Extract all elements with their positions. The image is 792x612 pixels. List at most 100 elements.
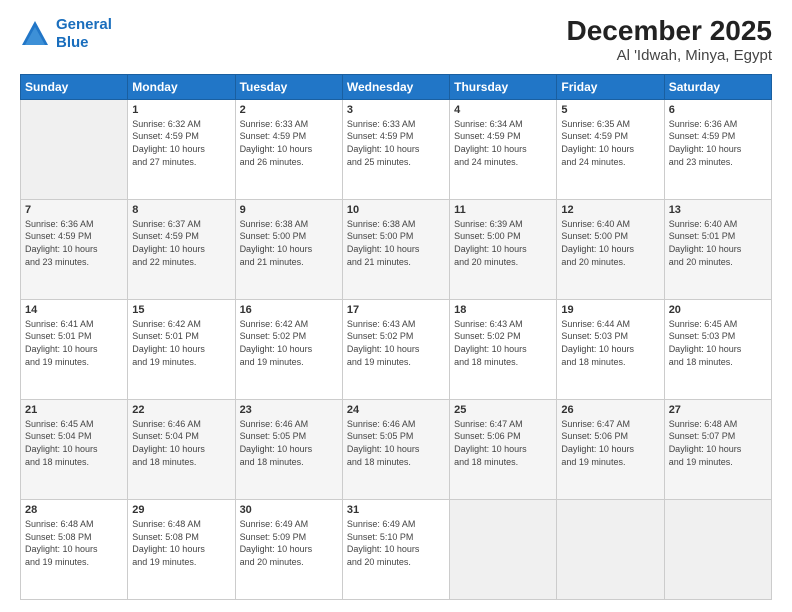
header-row: SundayMondayTuesdayWednesdayThursdayFrid… [21, 74, 772, 99]
day-info: Sunrise: 6:48 AM Sunset: 5:08 PM Dayligh… [132, 518, 230, 568]
day-cell: 7 Sunrise: 6:36 AM Sunset: 4:59 PM Daylig… [21, 199, 128, 299]
day-number: 22 [132, 404, 230, 416]
week-row-5: 28 Sunrise: 6:48 AM Sunset: 5:08 PM Dayli… [21, 499, 772, 599]
column-header-wednesday: Wednesday [342, 74, 449, 99]
day-cell: 25 Sunrise: 6:47 AM Sunset: 5:06 PM Dayli… [450, 399, 557, 499]
day-cell: 31Sunrise: 6:49 AM Sunset: 5:10 PM Dayli… [342, 499, 449, 599]
day-info: Sunrise: 6:42 AM Sunset: 5:01 PM Dayligh… [132, 318, 230, 368]
day-info: Sunrise: 6:34 AM Sunset: 4:59 PM Dayligh… [454, 118, 552, 168]
title-block: December 2025 Al 'Idwah, Minya, Egypt [567, 16, 772, 64]
day-number: 6 [669, 104, 767, 116]
day-cell: 27 Sunrise: 6:48 AM Sunset: 5:07 PM Dayli… [664, 399, 771, 499]
day-cell: 3Sunrise: 6:33 AM Sunset: 4:59 PM Daylig… [342, 99, 449, 199]
day-number: 14 [25, 304, 123, 316]
day-cell [557, 499, 664, 599]
day-cell: 4 Sunrise: 6:34 AM Sunset: 4:59 PM Daylig… [450, 99, 557, 199]
day-info: Sunrise: 6:33 AM Sunset: 4:59 PM Dayligh… [347, 118, 445, 168]
day-number: 23 [240, 404, 338, 416]
day-info: Sunrise: 6:38 AM Sunset: 5:00 PM Dayligh… [240, 218, 338, 268]
column-header-sunday: Sunday [21, 74, 128, 99]
day-cell: 2Sunrise: 6:33 AM Sunset: 4:59 PM Daylig… [235, 99, 342, 199]
day-number: 8 [132, 204, 230, 216]
calendar-title: December 2025 [567, 16, 772, 47]
day-number: 11 [454, 204, 552, 216]
day-cell: 10 Sunrise: 6:38 AM Sunset: 5:00 PM Dayli… [342, 199, 449, 299]
day-number: 28 [25, 504, 123, 516]
column-header-thursday: Thursday [450, 74, 557, 99]
day-cell: 5 Sunrise: 6:35 AM Sunset: 4:59 PM Daylig… [557, 99, 664, 199]
day-info: Sunrise: 6:36 AM Sunset: 4:59 PM Dayligh… [669, 118, 767, 168]
day-number: 7 [25, 204, 123, 216]
day-number: 18 [454, 304, 552, 316]
day-number: 30 [240, 504, 338, 516]
day-cell [21, 99, 128, 199]
day-info: Sunrise: 6:49 AM Sunset: 5:09 PM Dayligh… [240, 518, 338, 568]
week-row-4: 21 Sunrise: 6:45 AM Sunset: 5:04 PM Dayli… [21, 399, 772, 499]
logo-line1: General [56, 16, 112, 33]
day-number: 24 [347, 404, 445, 416]
day-cell: 8Sunrise: 6:37 AM Sunset: 4:59 PM Daylig… [128, 199, 235, 299]
day-cell: 6 Sunrise: 6:36 AM Sunset: 4:59 PM Daylig… [664, 99, 771, 199]
column-header-friday: Friday [557, 74, 664, 99]
column-header-monday: Monday [128, 74, 235, 99]
day-number: 4 [454, 104, 552, 116]
day-info: Sunrise: 6:48 AM Sunset: 5:08 PM Dayligh… [25, 518, 123, 568]
day-info: Sunrise: 6:39 AM Sunset: 5:00 PM Dayligh… [454, 218, 552, 268]
logo: General Blue [20, 16, 112, 52]
column-header-saturday: Saturday [664, 74, 771, 99]
day-info: Sunrise: 6:42 AM Sunset: 5:02 PM Dayligh… [240, 318, 338, 368]
day-number: 5 [561, 104, 659, 116]
day-cell: 20Sunrise: 6:45 AM Sunset: 5:03 PM Dayli… [664, 299, 771, 399]
day-info: Sunrise: 6:43 AM Sunset: 5:02 PM Dayligh… [347, 318, 445, 368]
day-cell: 14 Sunrise: 6:41 AM Sunset: 5:01 PM Dayli… [21, 299, 128, 399]
day-number: 27 [669, 404, 767, 416]
day-info: Sunrise: 6:45 AM Sunset: 5:03 PM Dayligh… [669, 318, 767, 368]
day-info: Sunrise: 6:41 AM Sunset: 5:01 PM Dayligh… [25, 318, 123, 368]
day-number: 25 [454, 404, 552, 416]
day-cell: 11 Sunrise: 6:39 AM Sunset: 5:00 PM Dayli… [450, 199, 557, 299]
day-info: Sunrise: 6:38 AM Sunset: 5:00 PM Dayligh… [347, 218, 445, 268]
day-cell: 21 Sunrise: 6:45 AM Sunset: 5:04 PM Dayli… [21, 399, 128, 499]
day-info: Sunrise: 6:46 AM Sunset: 5:04 PM Dayligh… [132, 418, 230, 468]
day-info: Sunrise: 6:45 AM Sunset: 5:04 PM Dayligh… [25, 418, 123, 468]
day-info: Sunrise: 6:48 AM Sunset: 5:07 PM Dayligh… [669, 418, 767, 468]
day-cell: 9 Sunrise: 6:38 AM Sunset: 5:00 PM Daylig… [235, 199, 342, 299]
day-number: 26 [561, 404, 659, 416]
week-row-1: 1Sunrise: 6:32 AM Sunset: 4:59 PM Daylig… [21, 99, 772, 199]
day-cell: 1Sunrise: 6:32 AM Sunset: 4:59 PM Daylig… [128, 99, 235, 199]
day-number: 21 [25, 404, 123, 416]
day-number: 10 [347, 204, 445, 216]
day-info: Sunrise: 6:32 AM Sunset: 4:59 PM Dayligh… [132, 118, 230, 168]
day-number: 19 [561, 304, 659, 316]
day-number: 29 [132, 504, 230, 516]
day-info: Sunrise: 6:33 AM Sunset: 4:59 PM Dayligh… [240, 118, 338, 168]
day-cell: 30 Sunrise: 6:49 AM Sunset: 5:09 PM Dayli… [235, 499, 342, 599]
column-header-tuesday: Tuesday [235, 74, 342, 99]
day-number: 13 [669, 204, 767, 216]
day-info: Sunrise: 6:47 AM Sunset: 5:06 PM Dayligh… [454, 418, 552, 468]
header: General Blue December 2025 Al 'Idwah, Mi… [20, 16, 772, 64]
day-number: 17 [347, 304, 445, 316]
day-number: 9 [240, 204, 338, 216]
day-cell: 19 Sunrise: 6:44 AM Sunset: 5:03 PM Dayli… [557, 299, 664, 399]
day-info: Sunrise: 6:36 AM Sunset: 4:59 PM Dayligh… [25, 218, 123, 268]
day-info: Sunrise: 6:44 AM Sunset: 5:03 PM Dayligh… [561, 318, 659, 368]
day-info: Sunrise: 6:35 AM Sunset: 4:59 PM Dayligh… [561, 118, 659, 168]
day-cell: 23Sunrise: 6:46 AM Sunset: 5:05 PM Dayli… [235, 399, 342, 499]
calendar-table: SundayMondayTuesdayWednesdayThursdayFrid… [20, 74, 772, 600]
day-cell [664, 499, 771, 599]
day-cell: 13Sunrise: 6:40 AM Sunset: 5:01 PM Dayli… [664, 199, 771, 299]
page: General Blue December 2025 Al 'Idwah, Mi… [0, 0, 792, 612]
day-cell: 28 Sunrise: 6:48 AM Sunset: 5:08 PM Dayli… [21, 499, 128, 599]
day-cell [450, 499, 557, 599]
day-cell: 18 Sunrise: 6:43 AM Sunset: 5:02 PM Dayli… [450, 299, 557, 399]
day-number: 12 [561, 204, 659, 216]
day-cell: 17 Sunrise: 6:43 AM Sunset: 5:02 PM Dayli… [342, 299, 449, 399]
day-number: 16 [240, 304, 338, 316]
day-cell: 12Sunrise: 6:40 AM Sunset: 5:00 PM Dayli… [557, 199, 664, 299]
day-cell: 22 Sunrise: 6:46 AM Sunset: 5:04 PM Dayli… [128, 399, 235, 499]
calendar-subtitle: Al 'Idwah, Minya, Egypt [567, 47, 772, 64]
day-number: 31 [347, 504, 445, 516]
day-info: Sunrise: 6:43 AM Sunset: 5:02 PM Dayligh… [454, 318, 552, 368]
week-row-2: 7 Sunrise: 6:36 AM Sunset: 4:59 PM Daylig… [21, 199, 772, 299]
